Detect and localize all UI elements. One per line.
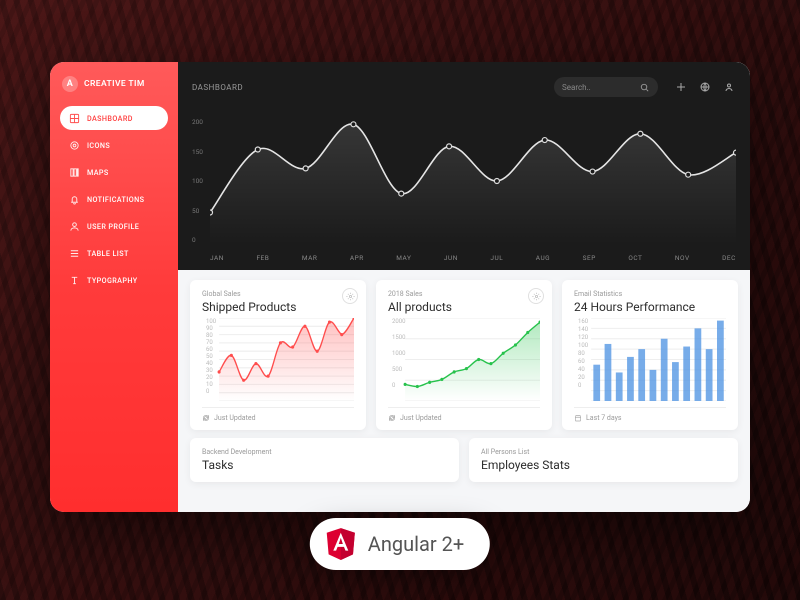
hero-x-axis: JANFEBMARAPRMAYJUNJULAUGSEPOCTNOVDEC [210,254,736,262]
main-content: DASHBOARD 200150100500 JANFEBMARAPRMAYJU… [178,62,750,512]
refresh-icon [388,414,396,422]
maps-icon [68,166,80,178]
all-products-area-chart: 2000150010005000 [388,318,540,401]
brand: A CREATIVE TIM [60,76,168,92]
card-footer-text: Just Updated [400,414,442,422]
app-window: A CREATIVE TIM DASHBOARD ICONS MAPS NOTI… [50,62,750,512]
card-footer: Just Updated [202,407,354,422]
email-bar-chart: 160140120100806040200 [574,318,726,401]
card-title: Employees Stats [481,458,726,472]
dashboard-icon [68,112,80,124]
sidebar-item-label: TABLE LIST [87,249,129,258]
card-title: All products [388,300,540,314]
shipped-area-chart: 1009080706050403020100 [202,318,354,401]
icons-icon [68,139,80,151]
card-employees-stats: All Persons List Employees Stats [469,438,738,482]
typography-icon [68,274,80,286]
hero-y-axis: 200150100500 [192,118,203,244]
sidebar-item-notifications[interactable]: NOTIFICATIONS [60,187,168,211]
card-email-statistics: Email Statistics 24 Hours Performance 16… [562,280,738,430]
card-eyebrow: All Persons List [481,448,726,456]
refresh-icon [202,414,210,422]
sidebar-item-label: USER PROFILE [87,222,139,231]
sidebar-item-typography[interactable]: TYPOGRAPHY [60,268,168,292]
card-row-2: Backend Development Tasks All Persons Li… [178,438,750,494]
search-box[interactable] [554,77,658,97]
card-shipped-products: Global Sales Shipped Products 1009080706… [190,280,366,430]
framework-badge: Angular 2+ [310,518,490,570]
sidebar-item-user-profile[interactable]: USER PROFILE [60,214,168,238]
card-title: 24 Hours Performance [574,300,726,314]
search-input[interactable] [562,83,632,92]
brand-name: CREATIVE TIM [84,79,145,89]
card-tasks: Backend Development Tasks [190,438,459,482]
sidebar-item-maps[interactable]: MAPS [60,160,168,184]
card-eyebrow: Backend Development [202,448,447,456]
badge-text: Angular 2+ [368,532,464,556]
card-title: Tasks [202,458,447,472]
sidebar-item-label: NOTIFICATIONS [87,195,144,204]
hero-chart: 200150100500 JANFEBMARAPRMAYJUNJULAUGSEP… [178,112,750,270]
card-footer-text: Last 7 days [586,414,622,422]
card-eyebrow: 2018 Sales [388,290,540,298]
brand-logo: A [62,76,78,92]
sidebar-item-label: MAPS [87,168,109,177]
gear-icon[interactable] [528,288,544,304]
sidebar: A CREATIVE TIM DASHBOARD ICONS MAPS NOTI… [50,62,178,512]
card-title: Shipped Products [202,300,354,314]
sidebar-item-label: ICONS [87,141,110,150]
card-row: Global Sales Shipped Products 1009080706… [178,270,750,438]
profile-icon[interactable] [722,80,736,94]
card-eyebrow: Email Statistics [574,290,726,298]
breadcrumb: DASHBOARD [192,83,544,92]
topbar: DASHBOARD [178,62,750,112]
globe-icon[interactable] [698,80,712,94]
sidebar-item-label: DASHBOARD [87,114,133,123]
card-footer-text: Just Updated [214,414,256,422]
bell-icon [68,193,80,205]
user-icon [68,220,80,232]
sidebar-item-label: TYPOGRAPHY [87,276,138,285]
sidebar-item-icons[interactable]: ICONS [60,133,168,157]
list-icon [68,247,80,259]
card-footer: Just Updated [388,407,540,422]
sidebar-nav: DASHBOARD ICONS MAPS NOTIFICATIONS USER … [60,106,168,292]
calendar-icon [574,414,582,422]
card-all-products: 2018 Sales All products 2000150010005000… [376,280,552,430]
sidebar-item-dashboard[interactable]: DASHBOARD [60,106,168,130]
card-eyebrow: Global Sales [202,290,354,298]
search-icon[interactable] [638,81,650,93]
hero-line-chart [210,118,736,244]
gear-icon[interactable] [342,288,358,304]
sidebar-item-table-list[interactable]: TABLE LIST [60,241,168,265]
card-footer: Last 7 days [574,407,726,422]
angular-shield-icon [326,528,356,560]
sparkle-icon[interactable] [674,80,688,94]
